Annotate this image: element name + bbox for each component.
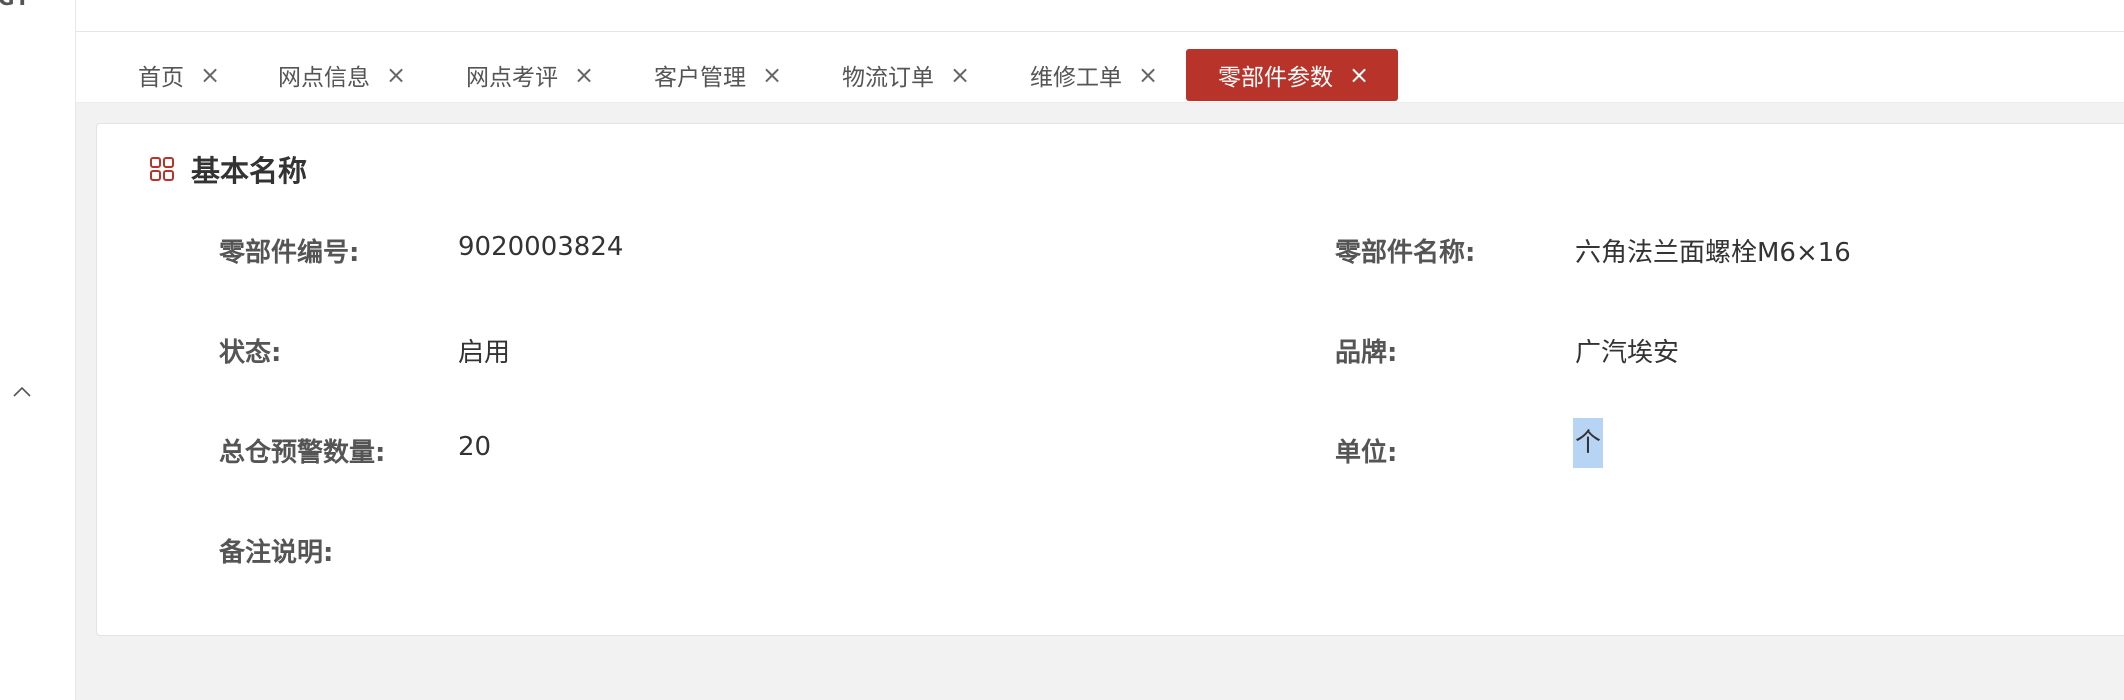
- status-label: 状态:: [219, 338, 282, 368]
- tab-bar: 首页 × 网点信息 × 网点考评 × 客户管理 × 物流订单 × 维修工单 × …: [76, 33, 2124, 103]
- section-title: 基本名称: [191, 154, 308, 188]
- tab-logistics-orders[interactable]: 物流订单 ×: [842, 49, 970, 101]
- tab-home[interactable]: 首页 ×: [138, 49, 220, 101]
- tab-label: 网点信息: [278, 65, 370, 91]
- close-icon[interactable]: ×: [1349, 63, 1369, 87]
- unit-label: 单位:: [1335, 438, 1398, 468]
- grid-icon: [150, 157, 174, 181]
- close-icon[interactable]: ×: [386, 63, 406, 87]
- tab-label: 客户管理: [654, 65, 746, 91]
- section-header: 基本名称: [149, 148, 307, 190]
- main-content: 基本名称 零部件编号: 9020003824 零部件名称: 六角法兰面螺栓M6×…: [76, 103, 2124, 700]
- warning-qty-label: 总仓预警数量:: [219, 438, 386, 468]
- sidebar-logo: GY: [0, 0, 30, 10]
- close-icon[interactable]: ×: [200, 63, 220, 87]
- part-name-label: 零部件名称:: [1335, 238, 1476, 268]
- warning-qty-value: 20: [458, 432, 492, 462]
- tab-customer-management[interactable]: 客户管理 ×: [654, 49, 782, 101]
- brand-value: 广汽埃安: [1575, 338, 1680, 368]
- unit-value: 个: [1573, 418, 1604, 468]
- sidebar: GY: [0, 0, 76, 700]
- close-icon[interactable]: ×: [950, 63, 970, 87]
- tab-repair-orders[interactable]: 维修工单 ×: [1030, 49, 1158, 101]
- tab-outlet-evaluation[interactable]: 网点考评 ×: [466, 49, 594, 101]
- tab-label: 物流订单: [842, 65, 934, 91]
- remark-label: 备注说明:: [219, 538, 334, 568]
- close-icon[interactable]: ×: [1138, 63, 1158, 87]
- close-icon[interactable]: ×: [762, 63, 782, 87]
- close-icon[interactable]: ×: [574, 63, 594, 87]
- tab-label: 首页: [138, 65, 184, 91]
- brand-label: 品牌:: [1335, 338, 1398, 368]
- part-number-value: 9020003824: [458, 232, 624, 262]
- tab-label: 网点考评: [466, 65, 558, 91]
- selected-text: 个: [1573, 418, 1604, 468]
- status-value: 启用: [458, 338, 511, 368]
- top-header: [76, 0, 2124, 32]
- tab-part-parameters[interactable]: 零部件参数 ×: [1186, 49, 1398, 101]
- chevron-up-icon[interactable]: [10, 380, 34, 404]
- app-window: GY 首页 × 网点信息 × 网点考评 × 客户管理 × 物流订单 ×: [0, 0, 2124, 700]
- detail-card: 基本名称 零部件编号: 9020003824 零部件名称: 六角法兰面螺栓M6×…: [96, 123, 2124, 636]
- tab-outlet-info[interactable]: 网点信息 ×: [278, 49, 406, 101]
- part-name-value: 六角法兰面螺栓M6×16: [1575, 238, 1851, 268]
- tab-label: 零部件参数: [1218, 65, 1333, 91]
- part-number-label: 零部件编号:: [219, 238, 360, 268]
- tab-label: 维修工单: [1030, 65, 1122, 91]
